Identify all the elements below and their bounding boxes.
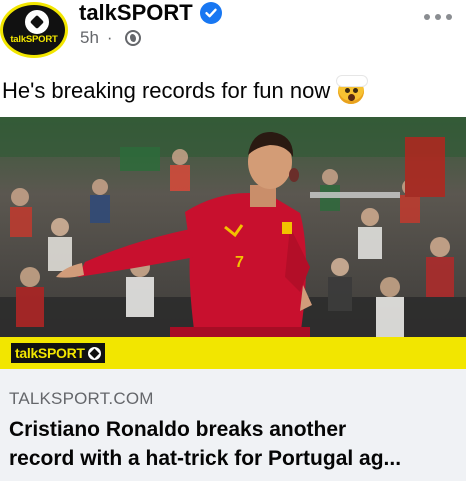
post-photo[interactable]: 7 xyxy=(0,117,466,337)
link-headline[interactable]: Cristiano Ronaldo breaks another record … xyxy=(9,415,459,473)
post-caption: He's breaking records for fun now xyxy=(2,75,369,104)
meta-separator: · xyxy=(106,28,113,47)
verified-badge-icon xyxy=(199,2,222,24)
football-icon xyxy=(87,346,101,360)
globe-icon[interactable] xyxy=(124,30,141,46)
caption-text: He's breaking records for fun now xyxy=(2,78,331,103)
page-name[interactable]: talkSPORT xyxy=(79,0,193,26)
headline-line-1: Cristiano Ronaldo breaks another xyxy=(9,418,347,441)
banner-logo: talkSPORT xyxy=(11,343,105,363)
link-domain: TALKSPORT.COM xyxy=(9,389,154,408)
post-time[interactable]: 5h xyxy=(80,28,99,48)
football-icon xyxy=(25,10,49,34)
brand-banner: talkSPORT xyxy=(0,337,466,369)
svg-text:7: 7 xyxy=(235,254,244,271)
banner-logo-text: talkSPORT xyxy=(15,345,85,361)
more-options-icon[interactable] xyxy=(424,14,452,20)
avatar-logo-text: talkSPORT xyxy=(10,34,58,45)
link-preview-card[interactable]: TALKSPORT.COM Cristiano Ronaldo breaks a… xyxy=(0,369,466,481)
ronaldo-celebration-image: 7 xyxy=(0,117,466,337)
exploding-head-emoji-icon xyxy=(336,75,369,104)
page-avatar[interactable]: talkSPORT xyxy=(0,2,68,58)
post-meta: 5h · xyxy=(80,28,141,48)
headline-line-2: record with a hat-trick for Portugal ag.… xyxy=(9,447,402,470)
post-header: talkSPORT talkSPORT 5h · xyxy=(0,0,466,66)
page-name-row: talkSPORT xyxy=(79,0,222,26)
